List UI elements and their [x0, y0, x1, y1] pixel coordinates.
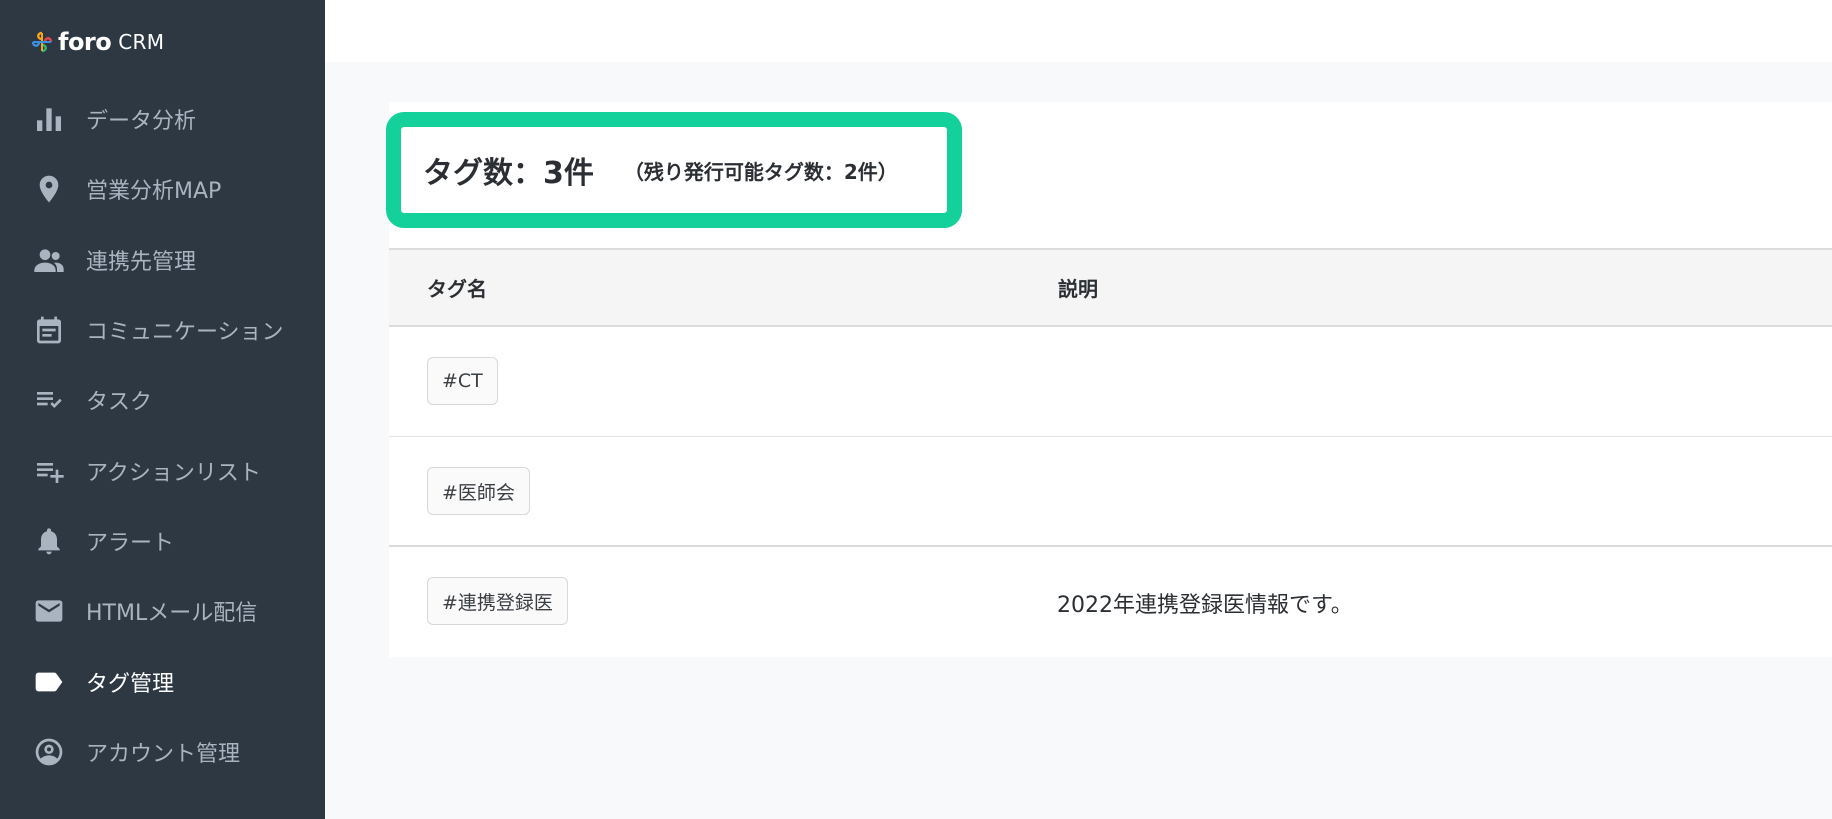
tag-description: 2022年連携登録医情報です。 [1057, 593, 1353, 618]
foro-logo-icon [31, 31, 53, 53]
sidebar-item-partners[interactable]: 連携先管理 [0, 225, 325, 295]
mail-icon [32, 594, 66, 628]
sidebar-item-label: HTMLメール配信 [86, 601, 258, 627]
sidebar-item-label: コミュニケーション [86, 320, 284, 346]
bar-chart-icon [32, 102, 66, 136]
table-row: #CT [389, 327, 1832, 437]
sidebar-item-action-list[interactable]: アクションリスト [0, 435, 325, 505]
sidebar-nav: データ分析 営業分析MAP 連携先管理 コミュニケーション タスク アクションリ… [0, 84, 325, 787]
calendar-note-icon [32, 313, 66, 347]
tag-count-summary: タグ数：3件 （残り発行可能タグ数：2件） [386, 112, 962, 228]
tag-count: タグ数：3件 [423, 156, 594, 191]
table-header: タグ名 説明 [389, 248, 1832, 327]
sidebar-item-data-analysis[interactable]: データ分析 [0, 84, 325, 154]
sidebar-item-account[interactable]: アカウント管理 [0, 717, 325, 787]
tag-chip[interactable]: #医師会 [427, 467, 530, 515]
column-header-description: 説明 [1058, 277, 1098, 301]
sidebar-item-label: データ分析 [86, 109, 197, 135]
map-pin-icon [32, 172, 66, 206]
sidebar-item-label: 営業分析MAP [86, 179, 222, 205]
account-circle-icon [32, 735, 66, 769]
sidebar-item-communication[interactable]: コミュニケーション [0, 295, 325, 365]
people-icon [32, 243, 66, 277]
tag-chip[interactable]: #CT [427, 357, 498, 405]
sidebar-item-html-mail[interactable]: HTMLメール配信 [0, 576, 325, 646]
bell-icon [32, 524, 66, 558]
sidebar-item-label: タグ管理 [86, 671, 175, 697]
sidebar-item-label: 連携先管理 [86, 249, 197, 275]
column-header-tag-name: タグ名 [427, 277, 487, 301]
sidebar-item-sales-map[interactable]: 営業分析MAP [0, 154, 325, 224]
remaining-tag-count: （残り発行可能タグ数：2件） [623, 159, 898, 184]
table-row: #医師会 [389, 437, 1832, 547]
sidebar-item-tag-management[interactable]: タグ管理 [0, 646, 325, 716]
sidebar: foro CRM データ分析 営業分析MAP 連携先管理 コミュニケーション タ… [0, 0, 325, 819]
sidebar-item-label: タスク [86, 390, 153, 416]
sidebar-item-tasks[interactable]: タスク [0, 365, 325, 435]
sidebar-item-label: アラート [86, 530, 175, 556]
top-bar [325, 0, 1832, 62]
task-list-check-icon [32, 383, 66, 417]
tag-icon [32, 665, 66, 699]
logo[interactable]: foro CRM [30, 28, 164, 56]
logo-name: foro [58, 28, 112, 56]
sidebar-item-alerts[interactable]: アラート [0, 506, 325, 576]
sidebar-item-label: アカウント管理 [86, 741, 241, 767]
table-row: #連携登録医 2022年連携登録医情報です。 [389, 547, 1832, 657]
logo-suffix: CRM [118, 30, 165, 54]
sidebar-item-label: アクションリスト [86, 460, 261, 486]
tag-chip[interactable]: #連携登録医 [427, 577, 568, 625]
list-add-icon [32, 454, 66, 488]
